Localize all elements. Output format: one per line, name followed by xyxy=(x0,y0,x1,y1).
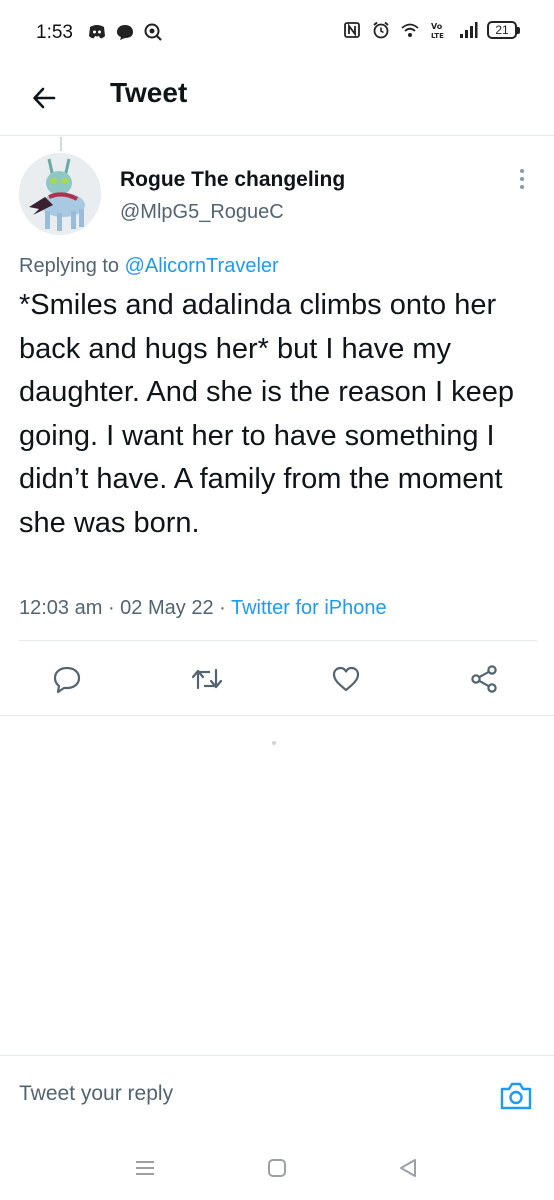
more-options-icon[interactable] xyxy=(507,166,537,192)
system-back-button[interactable] xyxy=(393,1153,423,1183)
system-icons: Vo LTE 21 xyxy=(342,20,520,40)
menu-icon xyxy=(136,1161,154,1175)
notification-icons xyxy=(87,22,163,42)
status-bar: 1:53 Vo LTE 21 xyxy=(0,0,554,66)
reply-button[interactable] xyxy=(49,661,85,697)
back-button[interactable] xyxy=(22,76,66,120)
author-handle[interactable]: @MlpG5_RogueC xyxy=(120,201,284,224)
share-button[interactable] xyxy=(466,661,502,697)
back-arrow-icon xyxy=(33,87,56,109)
replying-prefix: Replying to xyxy=(19,255,120,277)
tweet-time: 12:03 am xyxy=(19,597,103,619)
recent-apps-button[interactable] xyxy=(130,1153,160,1183)
thread-connector-line xyxy=(60,137,62,151)
replying-to: Replying to @AlicornTraveler xyxy=(19,255,279,278)
meta-separator: · xyxy=(213,597,231,619)
reply-input[interactable]: Tweet your reply xyxy=(19,1082,173,1106)
tweet-date: 02 May 22 xyxy=(120,597,214,619)
tweet-meta: 12:03 am · 02 May 22 · Twitter for iPhon… xyxy=(19,597,387,620)
discord-icon xyxy=(89,25,105,39)
back-triangle-icon xyxy=(400,1159,416,1177)
divider xyxy=(19,640,537,641)
page-title: Tweet xyxy=(110,77,188,108)
system-nav-bar xyxy=(0,1135,554,1200)
svg-text:LTE: LTE xyxy=(431,32,444,40)
reply-composer: Tweet your reply xyxy=(0,1055,554,1135)
volte-icon: VoLTE xyxy=(431,22,444,40)
home-square-icon xyxy=(268,1159,286,1177)
battery-icon: 21 xyxy=(487,21,520,39)
loading-indicator xyxy=(272,741,276,745)
replying-to-link[interactable]: @AlicornTraveler xyxy=(125,255,279,277)
battery-level: 21 xyxy=(487,21,517,39)
reply-icon xyxy=(53,666,81,694)
signal-icon xyxy=(460,22,478,38)
camera-button[interactable] xyxy=(494,1074,538,1118)
alarm-icon xyxy=(373,21,389,39)
divider xyxy=(0,715,554,716)
tweet-text: *Smiles and adalinda climbs onto her bac… xyxy=(19,289,514,539)
camera-icon xyxy=(500,1082,532,1110)
avatar[interactable] xyxy=(19,153,101,235)
home-button[interactable] xyxy=(262,1153,292,1183)
like-icon xyxy=(332,666,360,692)
retweet-icon xyxy=(191,668,223,690)
top-app-bar: Tweet xyxy=(0,66,554,136)
like-button[interactable] xyxy=(328,661,364,697)
nfc-icon xyxy=(344,22,360,38)
svg-text:Vo: Vo xyxy=(431,22,443,31)
vpn-search-icon xyxy=(144,23,162,41)
tweet-source-link[interactable]: Twitter for iPhone xyxy=(231,597,387,619)
meta-separator: · xyxy=(102,597,121,619)
retweet-button[interactable] xyxy=(189,661,225,697)
chat-bubble-icon xyxy=(117,25,133,40)
wifi-icon xyxy=(401,23,419,37)
changeling-avatar-image xyxy=(19,153,101,235)
tweet-actions xyxy=(0,643,554,715)
share-icon xyxy=(471,665,497,693)
author-name[interactable]: Rogue The changeling xyxy=(120,168,345,192)
status-time: 1:53 xyxy=(36,22,73,43)
